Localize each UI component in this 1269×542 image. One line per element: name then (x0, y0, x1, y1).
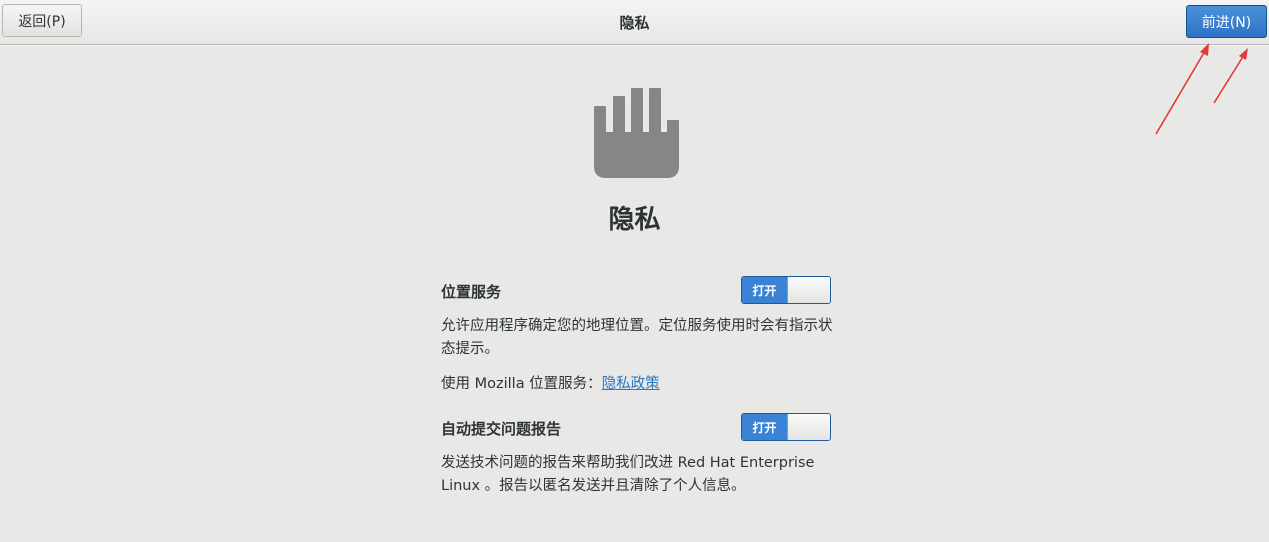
problem-reports-label: 自动提交问题报告 (441, 420, 562, 438)
page-title: 隐私 (608, 205, 661, 235)
raised-hand-icon (594, 88, 679, 178)
problem-reports-toggle[interactable]: 打开 (741, 413, 831, 441)
red-arrow-icon (1213, 48, 1248, 104)
mozilla-location-text: 使用 Mozilla 位置服务： (441, 376, 602, 392)
privacy-policy-link[interactable]: 隐私政策 (602, 376, 660, 392)
location-services-toggle[interactable]: 打开 (741, 276, 831, 304)
location-services-label: 位置服务 (441, 283, 502, 301)
toggle-on-label: 打开 (742, 277, 787, 303)
problem-reports-description: 发送技术问题的报告来帮助我们改进 Red Hat Enterprise Linu… (441, 455, 815, 494)
header-bar: 返回(P) 隐私 前进(N) (0, 0, 1269, 45)
toggle-knob (787, 277, 830, 303)
next-button[interactable]: 前进(N) (1186, 5, 1267, 38)
location-services-description: 允许应用程序确定您的地理位置。定位服务使用时会有指示状态提示。 (441, 318, 833, 357)
mozilla-location-line: 使用 Mozilla 位置服务：隐私政策 (441, 372, 660, 393)
red-arrow-icon (1155, 43, 1209, 135)
header-title: 隐私 (619, 14, 650, 32)
toggle-knob (787, 414, 830, 440)
toggle-on-label: 打开 (742, 414, 787, 440)
